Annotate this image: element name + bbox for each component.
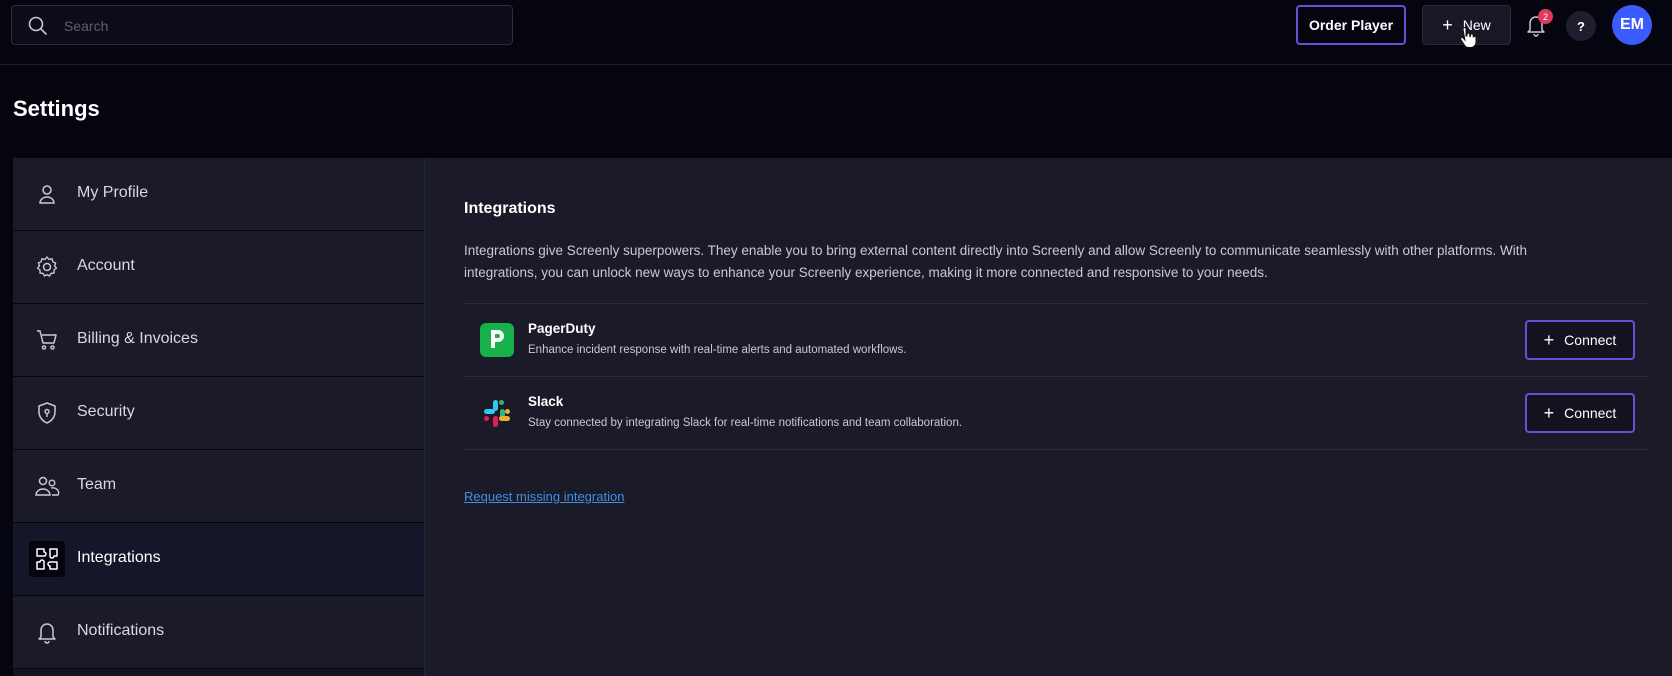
sidebar-item-label: My Profile	[77, 184, 149, 201]
connect-button-label: Connect	[1564, 332, 1617, 348]
hand-cursor-icon	[1460, 27, 1476, 48]
plus-icon: +	[1442, 15, 1453, 35]
page-title: Settings	[13, 96, 100, 121]
integration-row-slack: Slack Stay connected by integrating Slac…	[464, 377, 1649, 450]
cart-icon	[29, 322, 65, 358]
sidebar-item-notifications[interactable]: Notifications	[13, 596, 424, 669]
integration-description: Stay connected by integrating Slack for …	[528, 417, 963, 429]
bell-icon	[29, 614, 65, 650]
sidebar-item-label: Billing & Invoices	[77, 330, 198, 347]
search-icon	[28, 16, 47, 35]
plus-icon: +	[1543, 403, 1555, 423]
order-player-button[interactable]: Order Player	[1296, 5, 1406, 45]
search-box[interactable]	[11, 5, 513, 45]
sidebar-item-label: Integrations	[77, 549, 161, 566]
sidebar-item-label: Team	[77, 476, 117, 493]
slack-logo-icon	[480, 396, 514, 430]
sidebar-item-security[interactable]: Security	[13, 377, 424, 450]
help-button[interactable]: ?	[1566, 11, 1596, 41]
connect-slack-button[interactable]: + Connect	[1525, 393, 1635, 433]
team-icon	[29, 468, 65, 504]
gear-icon	[29, 249, 65, 285]
plus-icon: +	[1543, 330, 1555, 350]
integration-name: PagerDuty	[528, 321, 596, 336]
section-title: Integrations	[464, 200, 556, 217]
integration-row-pagerduty: PagerDuty Enhance incident response with…	[464, 304, 1649, 377]
integrations-panel: Integrations Integrations give Screenly …	[425, 158, 1672, 676]
sidebar-item-account[interactable]: Account	[13, 231, 424, 304]
pagerduty-logo-icon	[480, 323, 514, 357]
user-avatar[interactable]: EM	[1612, 5, 1652, 45]
shield-icon	[29, 395, 65, 431]
sidebar-item-billing[interactable]: Billing & Invoices	[13, 304, 424, 377]
connect-pagerduty-button[interactable]: + Connect	[1525, 320, 1635, 360]
section-description: Integrations give Screenly superpowers. …	[464, 243, 1528, 280]
notification-badge: 2	[1538, 9, 1553, 24]
connect-button-label: Connect	[1564, 405, 1617, 421]
top-bar: Order Player + New 2 ? EM	[0, 0, 1672, 65]
search-input[interactable]	[64, 14, 494, 38]
sidebar-item-label: Notifications	[77, 622, 165, 639]
sidebar-item-label: Security	[77, 403, 135, 420]
sidebar-item-my-profile[interactable]: My Profile	[13, 158, 424, 231]
integrations-icon	[29, 541, 65, 577]
settings-sidebar: My Profile Account Billing & Invoices Se…	[13, 158, 425, 676]
request-missing-integration-link[interactable]: Request missing integration	[464, 489, 624, 504]
sidebar-item-integrations[interactable]: Integrations	[13, 523, 424, 596]
user-icon	[29, 176, 65, 212]
sidebar-item-team[interactable]: Team	[13, 450, 424, 523]
integration-name: Slack	[528, 394, 564, 409]
integrations-list: PagerDuty Enhance incident response with…	[464, 303, 1649, 450]
sidebar-item-label: Account	[77, 257, 135, 274]
integration-description: Enhance incident response with real-time…	[528, 344, 907, 356]
